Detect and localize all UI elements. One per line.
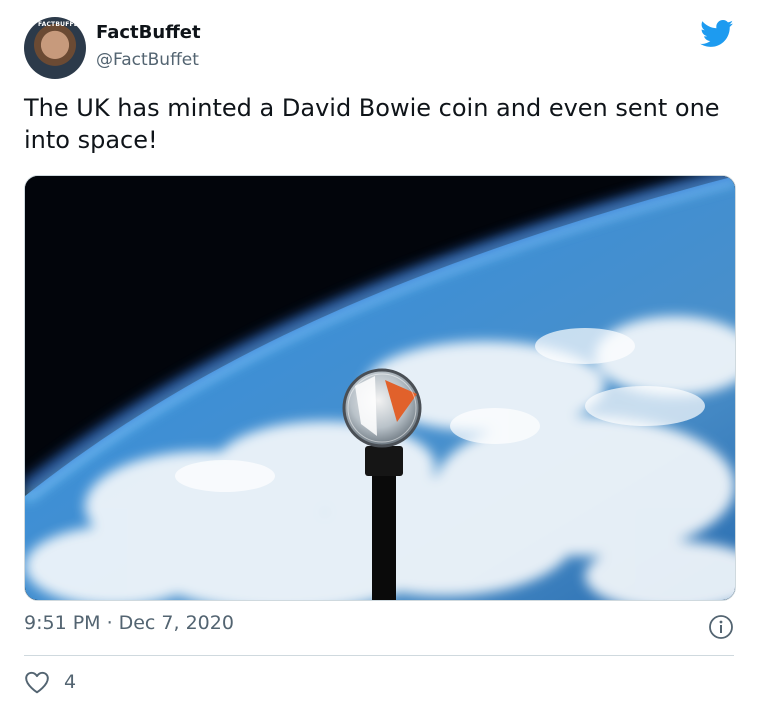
meta-separator: · [106,612,113,634]
info-icon[interactable] [708,614,734,640]
twitter-bird-icon[interactable] [700,20,734,48]
tweet-time: 9:51 PM [24,612,101,634]
earth-from-space-photo [25,176,735,600]
avatar[interactable]: FACTBUFFET [24,17,86,79]
tweet-timestamp[interactable]: 9:51 PM · Dec 7, 2020 [24,612,234,634]
heart-icon [25,671,49,694]
divider [24,655,734,656]
avatar-badge-text: FACTBUFFET [38,21,83,28]
tweet-text: The UK has minted a David Bowie coin and… [24,94,720,154]
author-handle[interactable]: @FactBuffet [96,50,199,70]
like-button[interactable]: 4 [24,669,76,695]
tweet-card: FACTBUFFET FactBuffet @FactBuffet The UK… [0,0,758,711]
author-name[interactable]: FactBuffet [96,22,201,43]
tweet-date: Dec 7, 2020 [118,612,234,634]
like-count: 4 [64,671,77,693]
tweet-media-image[interactable] [24,175,736,601]
